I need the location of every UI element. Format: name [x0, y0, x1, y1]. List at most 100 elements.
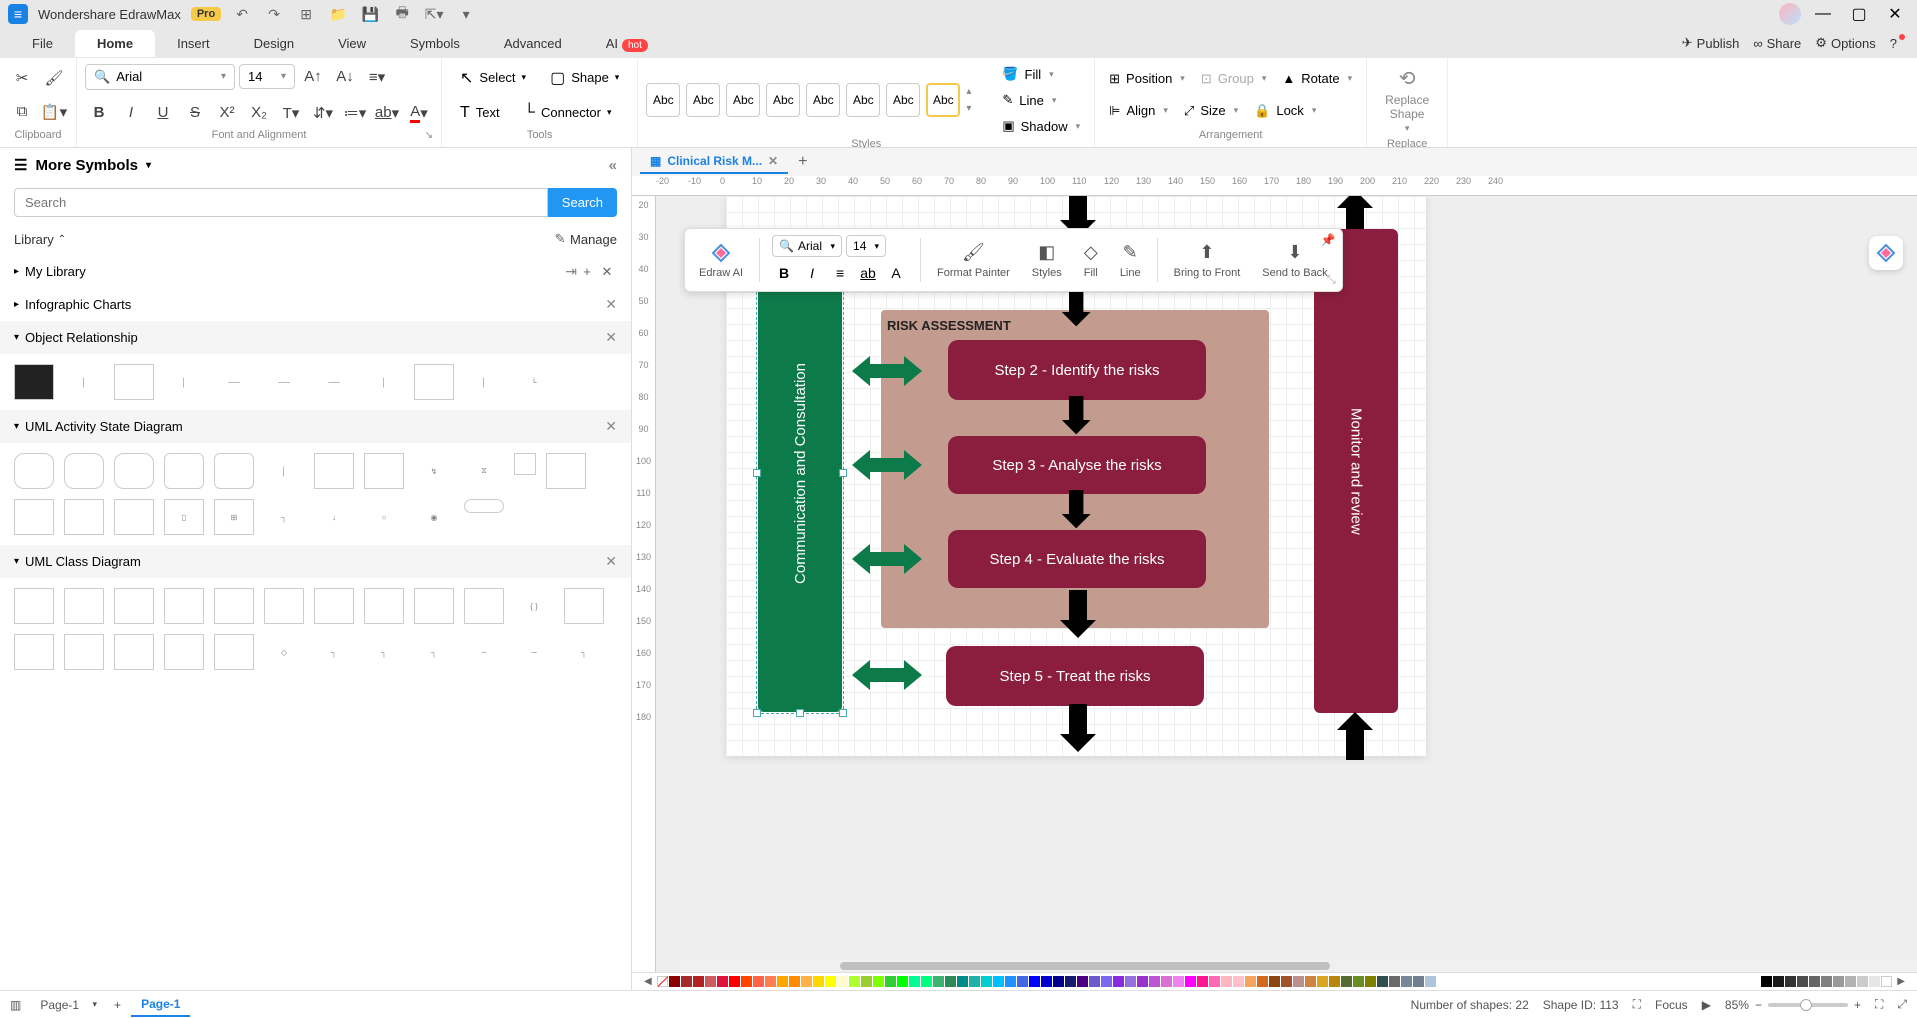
color-swatch[interactable]: [741, 976, 752, 987]
color-swatch[interactable]: [1401, 976, 1412, 987]
horizontal-scrollbar[interactable]: [680, 960, 1917, 972]
shape-item[interactable]: [164, 588, 204, 624]
shape-item[interactable]: ⊞: [214, 499, 254, 535]
color-swatch[interactable]: [1269, 976, 1280, 987]
color-swatch[interactable]: [777, 976, 788, 987]
color-swatch[interactable]: [1161, 976, 1172, 987]
highlight-button[interactable]: ab▾: [373, 99, 401, 127]
shape-item[interactable]: │: [164, 364, 204, 400]
shape-item[interactable]: └: [514, 364, 554, 400]
shape-item[interactable]: ⧖: [464, 453, 504, 489]
float-styles[interactable]: ◧Styles: [1022, 238, 1072, 283]
shape-item[interactable]: [14, 588, 54, 624]
color-swatch[interactable]: [1353, 976, 1364, 987]
import-icon[interactable]: ⇥: [565, 263, 577, 280]
color-next[interactable]: ▶: [1893, 976, 1909, 987]
doc-tab[interactable]: ▦ Clinical Risk M... ✕: [640, 150, 788, 174]
color-swatch[interactable]: [1017, 976, 1028, 987]
add-page-button[interactable]: +: [114, 998, 121, 1012]
shape-item[interactable]: [514, 453, 536, 475]
color-swatch[interactable]: [1809, 976, 1820, 987]
color-swatch[interactable]: [1149, 976, 1160, 987]
underline-button[interactable]: U: [149, 99, 177, 127]
shape-item[interactable]: [114, 634, 154, 670]
shape-item[interactable]: ┐: [314, 634, 354, 670]
color-swatch[interactable]: [1089, 976, 1100, 987]
shape-item[interactable]: ○: [364, 499, 404, 535]
font-size-select[interactable]: 14▾: [239, 64, 295, 89]
zoom-out-button[interactable]: −: [1755, 998, 1762, 1012]
lock-button[interactable]: 🔒Lock▾: [1248, 99, 1322, 123]
color-swatch[interactable]: [1053, 976, 1064, 987]
color-swatch[interactable]: [1293, 976, 1304, 987]
float-italic[interactable]: I: [800, 261, 824, 285]
zoom-in-button[interactable]: +: [1854, 998, 1861, 1012]
color-swatch[interactable]: [981, 976, 992, 987]
shape-item[interactable]: ┐: [364, 634, 404, 670]
publish-button[interactable]: ✈Publish: [1682, 35, 1740, 51]
shape-item[interactable]: ──: [264, 364, 304, 400]
shape-item[interactable]: [214, 453, 254, 489]
format-painter-button[interactable]: 🖌: [40, 64, 68, 92]
shape-item[interactable]: │: [264, 453, 304, 489]
text-case-button[interactable]: T▾: [277, 99, 305, 127]
lib-uml-class[interactable]: ▾UML Class Diagram ✕: [0, 545, 631, 578]
shape-item[interactable]: [164, 453, 204, 489]
close-tab-icon[interactable]: ✕: [768, 154, 778, 168]
float-line[interactable]: ✎Line: [1110, 238, 1151, 283]
color-swatch[interactable]: [1857, 976, 1868, 987]
shape-item[interactable]: ──: [314, 364, 354, 400]
color-swatch[interactable]: [1125, 976, 1136, 987]
symbol-search-button[interactable]: Search: [548, 188, 617, 217]
copy-button[interactable]: ⧉: [8, 98, 36, 126]
connector-tool[interactable]: └Connector▾: [514, 100, 622, 126]
shape-item[interactable]: [64, 453, 104, 489]
manage-link[interactable]: Manage: [570, 232, 617, 247]
shape-item[interactable]: ◇: [264, 634, 304, 670]
color-swatch[interactable]: [1845, 976, 1856, 987]
arrow-shape[interactable]: [1346, 712, 1373, 760]
ai-panel-icon[interactable]: [1869, 236, 1903, 270]
color-swatch[interactable]: [681, 976, 692, 987]
replace-shape-button[interactable]: ⟲ Replace Shape ▾: [1375, 62, 1439, 138]
focus-icon[interactable]: ⛶: [1633, 997, 1641, 1012]
expand-icon[interactable]: ⤡: [1327, 274, 1336, 287]
bold-button[interactable]: B: [85, 99, 113, 127]
color-swatch[interactable]: [1137, 976, 1148, 987]
lib-uml-activity[interactable]: ▾UML Activity State Diagram ✕: [0, 410, 631, 443]
float-highlight[interactable]: ab: [856, 261, 880, 285]
increase-font-button[interactable]: A↑: [299, 63, 327, 91]
shape-item[interactable]: ┐: [264, 499, 304, 535]
text-tool[interactable]: TText: [450, 100, 510, 126]
align-shapes-button[interactable]: ⊫Align▾: [1103, 99, 1174, 123]
menu-view[interactable]: View: [316, 30, 388, 57]
shape-item[interactable]: ↓: [314, 499, 354, 535]
shape-item[interactable]: [414, 364, 454, 400]
color-swatch[interactable]: [993, 976, 1004, 987]
shape-item[interactable]: [546, 453, 586, 489]
float-font-select[interactable]: 🔍Arial▾: [772, 235, 842, 257]
no-color-swatch[interactable]: [657, 976, 668, 987]
shape-item[interactable]: [314, 453, 354, 489]
style-preset[interactable]: Abc: [766, 83, 800, 117]
float-bold[interactable]: B: [772, 261, 796, 285]
pages-icon[interactable]: ▥: [10, 998, 21, 1012]
shape-item[interactable]: [364, 588, 404, 624]
shape-item[interactable]: [64, 634, 104, 670]
color-swatch[interactable]: [1173, 976, 1184, 987]
library-label[interactable]: Library: [14, 232, 54, 247]
color-swatch[interactable]: [1221, 976, 1232, 987]
edit-icon[interactable]: ✎: [550, 231, 570, 247]
double-arrow-shape[interactable]: [852, 354, 922, 388]
double-arrow-shape[interactable]: [852, 658, 922, 692]
align-button[interactable]: ≡▾: [363, 63, 391, 91]
color-swatch[interactable]: [753, 976, 764, 987]
color-swatch[interactable]: [1869, 976, 1880, 987]
shape-item[interactable]: [364, 453, 404, 489]
float-color[interactable]: A: [884, 261, 908, 285]
color-swatch[interactable]: [1041, 976, 1052, 987]
menu-file[interactable]: File: [10, 30, 75, 57]
step3-box[interactable]: Step 3 - Analyse the risks: [948, 436, 1206, 494]
color-swatch[interactable]: [1377, 976, 1388, 987]
undo-icon[interactable]: ↶: [231, 3, 253, 25]
